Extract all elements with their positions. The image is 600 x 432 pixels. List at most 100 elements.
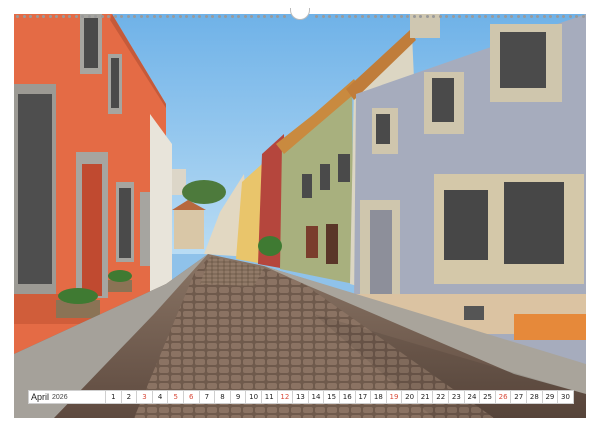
binding-ring — [458, 15, 461, 18]
day-cell: 10 — [246, 390, 262, 404]
binding-ring — [191, 15, 195, 18]
binding-ring — [165, 15, 169, 18]
binding-ring — [516, 15, 520, 18]
month-label: April 2026 — [28, 390, 106, 404]
binding-ring — [55, 15, 58, 18]
day-cell: 20 — [402, 390, 418, 404]
binding-ring — [74, 15, 78, 18]
binding-ring — [393, 15, 396, 18]
binding-ring — [22, 15, 26, 18]
binding-ring — [568, 15, 572, 18]
binding-ring — [282, 15, 286, 18]
day-cell: 2 — [121, 390, 138, 404]
binding-ring — [555, 15, 559, 18]
day-cell: 11 — [261, 390, 278, 404]
day-cell: 7 — [199, 390, 216, 404]
calendar-page: April 2026 1 2 3 4 5 6 7 8 9 10 11 12 13 14 15 16 17 18 19… — [0, 0, 600, 432]
binding-ring — [211, 15, 214, 18]
binding-ring — [204, 15, 208, 18]
binding-ring — [263, 15, 266, 18]
binding-ring — [94, 15, 97, 18]
binding-ring — [321, 15, 325, 18]
binding-ring — [549, 15, 552, 18]
binding-ring — [562, 15, 565, 18]
binding-ring — [425, 15, 429, 18]
binding-ring — [107, 15, 110, 18]
binding-ring — [347, 15, 351, 18]
binding-ring — [399, 15, 403, 18]
binding-ring — [224, 15, 227, 18]
binding-ring — [16, 15, 19, 18]
day-cell: 14 — [308, 390, 325, 404]
binding-ring — [315, 15, 318, 18]
binding-ring — [406, 15, 409, 18]
binding-ring — [510, 15, 513, 18]
binding-ring — [172, 15, 175, 18]
day-cell: 29 — [542, 390, 559, 404]
binding-ring — [250, 15, 253, 18]
day-cell: 25 — [480, 390, 496, 404]
binding-ring — [159, 15, 162, 18]
binding-ring — [237, 15, 240, 18]
day-cell: 12 — [277, 390, 294, 404]
binding-ring — [341, 15, 344, 18]
binding-ring — [243, 15, 247, 18]
binding-ring — [35, 15, 39, 18]
binding-ring — [542, 15, 546, 18]
binding-ring — [380, 15, 383, 18]
binding-ring — [139, 15, 143, 18]
day-cell: 27 — [511, 390, 528, 404]
binding-ring — [217, 15, 221, 18]
binding-ring — [386, 15, 390, 18]
day-cell: 1 — [106, 390, 122, 404]
binding-ring — [276, 15, 279, 18]
date-strip: April 2026 1 2 3 4 5 6 7 8 9 10 11 12 13 14 15 16 17 18 19… — [28, 390, 574, 404]
binding-ring — [100, 15, 104, 18]
day-cell: 3 — [137, 390, 153, 404]
binding-ring — [432, 15, 435, 18]
binding-ring — [81, 15, 84, 18]
binding-ring — [419, 15, 422, 18]
binding-ring — [133, 15, 136, 18]
month-name: April — [31, 392, 50, 402]
day-cell: 26 — [495, 390, 512, 404]
binding-ring — [354, 15, 357, 18]
street-photo — [14, 14, 586, 418]
binding-ring — [256, 15, 260, 18]
binding-ring — [152, 15, 156, 18]
binding-ring — [120, 15, 123, 18]
binding-ring — [42, 15, 45, 18]
month-year: 2026 — [52, 393, 68, 401]
day-cell: 18 — [371, 390, 387, 404]
binding-ring — [198, 15, 201, 18]
day-cell: 23 — [449, 390, 465, 404]
day-cells: 1 2 3 4 5 6 7 8 9 10 11 12 13 14 15 16 17 18 19 20 21 22 23 24 2… — [106, 390, 574, 404]
day-cell: 19 — [386, 390, 403, 404]
day-cell: 6 — [183, 390, 200, 404]
binding-ring — [360, 15, 364, 18]
binding-ring — [48, 15, 52, 18]
day-cell: 17 — [355, 390, 372, 404]
binding-ring — [146, 15, 149, 18]
binding-ring — [269, 15, 273, 18]
day-cell: 22 — [433, 390, 450, 404]
binding-ring — [126, 15, 130, 18]
binding-ring — [412, 15, 416, 18]
day-cell: 21 — [417, 390, 434, 404]
binding-ring — [536, 15, 539, 18]
binding-ring — [503, 15, 507, 18]
binding-ring — [529, 15, 533, 18]
binding-ring — [61, 15, 65, 18]
binding-ring — [113, 15, 117, 18]
day-cell: 28 — [527, 390, 543, 404]
binding-ring — [230, 15, 234, 18]
binding-ring — [484, 15, 487, 18]
day-cell: 13 — [293, 390, 309, 404]
binding-ring — [477, 15, 481, 18]
day-cell: 15 — [324, 390, 340, 404]
binding-ring — [490, 15, 494, 18]
binding-ring — [497, 15, 500, 18]
binding-ring — [178, 15, 182, 18]
day-cell: 8 — [215, 390, 231, 404]
binding-ring — [328, 15, 331, 18]
